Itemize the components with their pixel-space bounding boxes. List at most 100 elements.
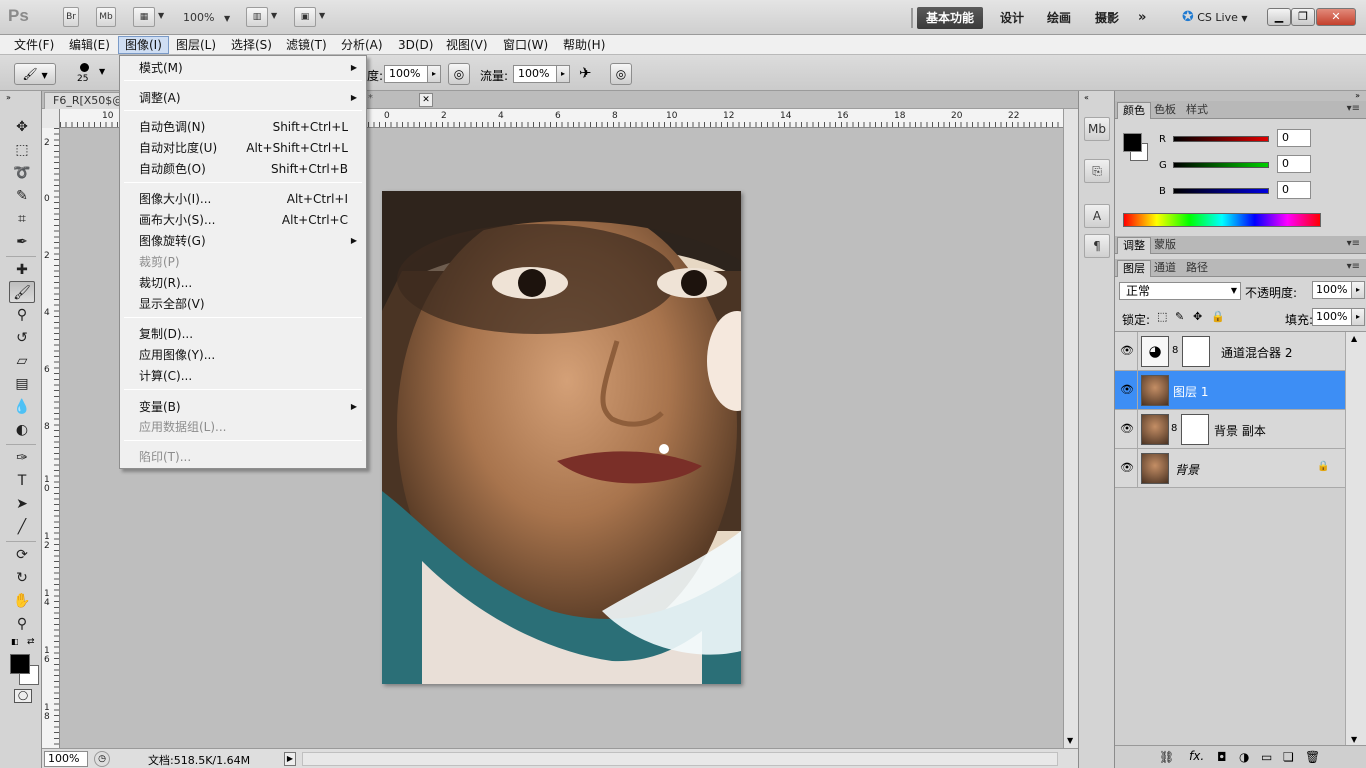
expand-panel-icon[interactable]: » [6,93,11,102]
menu-item-adjustments[interactable]: 调整(A) ▶ [122,88,364,108]
collapse-icon[interactable]: » [1355,91,1360,100]
panel-menu-icon[interactable]: ▾≡ [1347,103,1360,114]
restore-button[interactable]: ❐ [1291,8,1315,26]
history-brush-tool-icon[interactable]: ↺ [9,327,35,349]
arrange-documents-button[interactable]: ▥ [246,7,268,27]
brush-size-picker[interactable]: 25 ▼ [66,59,110,89]
color-spectrum-bar[interactable] [1123,213,1321,227]
crop-tool-icon[interactable]: ⌗ [9,208,35,230]
zoom-tool-icon[interactable]: ⚲ [9,613,35,635]
layer-style-icon[interactable]: fx. [1189,749,1204,763]
blend-mode-select[interactable]: 正常 ▼ [1119,282,1241,300]
3d-orbit-tool-icon[interactable]: ↻ [9,567,35,589]
new-group-icon[interactable]: ▭ [1261,750,1272,764]
eyedropper-tool-icon[interactable]: ✒ [9,231,35,253]
menu-item-image-rotation[interactable]: 图像旋转(G) ▶ [122,231,364,251]
tab-masks[interactable]: 蒙版 [1149,237,1181,254]
close-button[interactable]: ✕ [1316,8,1356,26]
eraser-tool-icon[interactable]: ▱ [9,350,35,372]
menu-item-auto-contrast[interactable]: 自动对比度(U) Alt+Shift+Ctrl+L [122,138,364,158]
history-panel-icon[interactable]: ⎘ [1084,159,1110,183]
tab-layers[interactable]: 图层 [1117,260,1151,277]
pressure-opacity-button[interactable]: ◎ [448,63,470,85]
marquee-tool-icon[interactable]: ⬚ [9,139,35,161]
lock-position-icon[interactable]: ✥ [1193,310,1202,323]
layer-opacity-field[interactable]: 100% [1312,281,1352,299]
document-tab[interactable]: F6_R[X50$@ [44,92,124,109]
blur-tool-icon[interactable]: 💧 [9,396,35,418]
swap-colors-icon[interactable]: ⇄ [27,637,35,647]
tool-preset-picker[interactable]: 🖌 ▼ [14,63,56,85]
fill-slider-button[interactable]: ▸ [1351,308,1365,326]
menu-edit[interactable]: 编辑(E) [63,36,116,54]
menu-item-canvas-size[interactable]: 画布大小(S)... Alt+Ctrl+C [122,210,364,230]
menu-item-trim[interactable]: 裁切(R)... [122,273,364,293]
menu-analysis[interactable]: 分析(A) [335,36,389,54]
menu-item-auto-tone[interactable]: 自动色调(N) Shift+Ctrl+L [122,117,364,137]
menu-3d[interactable]: 3D(D) [392,36,439,54]
ruler-origin[interactable] [42,109,60,128]
tab-adjustments[interactable]: 调整 [1117,237,1151,254]
move-tool-icon[interactable]: ✥ [9,116,35,138]
workspace-photography[interactable]: 摄影 [1087,7,1127,29]
menu-item-variables[interactable]: 变量(B) ▶ [122,397,364,417]
workspace-essentials[interactable]: 基本功能 [917,7,983,29]
layer-opacity-slider-button[interactable]: ▸ [1351,281,1365,299]
screen-mode-button[interactable]: ▣ [294,7,316,27]
lasso-tool-icon[interactable]: ➰ [9,162,35,184]
hand-tool-icon[interactable]: ✋ [9,590,35,612]
layer-row[interactable]: 👁 背景 🔒 [1115,449,1345,488]
menu-layer[interactable]: 图层(L) [170,36,222,54]
chevron-down-icon[interactable]: ▼ [271,11,277,20]
document-image[interactable] [382,191,741,684]
view-extras-button[interactable]: ▦ [133,7,155,27]
green-slider[interactable] [1173,162,1269,168]
gradient-tool-icon[interactable]: ▤ [9,373,35,395]
green-value-field[interactable]: 0 [1277,155,1311,173]
3d-rotate-tool-icon[interactable]: ⟳ [9,544,35,566]
tab-styles[interactable]: 样式 [1181,102,1213,119]
status-menu-icon[interactable]: ▶ [284,752,296,766]
menu-item-auto-color[interactable]: 自动颜色(O) Shift+Ctrl+B [122,159,364,179]
pen-tool-icon[interactable]: ✑ [9,447,35,469]
layer-row[interactable]: 👁 8 背景 副本 [1115,410,1345,449]
menu-file[interactable]: 文件(F) [8,36,60,54]
scroll-up-icon[interactable]: ▲ [1351,334,1357,343]
cs-live-button[interactable]: ✪ CS Live ▼ [1182,9,1248,25]
panel-menu-icon[interactable]: ▾≡ [1347,261,1360,272]
lock-all-icon[interactable]: 🔒 [1211,310,1225,323]
foreground-color-swatch[interactable] [10,654,30,674]
vertical-scrollbar[interactable]: ▼ [1063,109,1078,748]
type-tool-icon[interactable]: T [9,470,35,492]
eye-icon[interactable]: 👁 [1120,422,1134,436]
eye-icon[interactable]: 👁 [1120,344,1134,358]
menu-view[interactable]: 视图(V) [440,36,494,54]
menu-item-apply-image[interactable]: 应用图像(Y)... [122,345,364,365]
default-colors-icon[interactable]: ◧ [11,637,19,646]
flow-slider-button[interactable]: ▸ [556,65,570,83]
menu-help[interactable]: 帮助(H) [557,36,611,54]
menu-filter[interactable]: 滤镜(T) [280,36,333,54]
tab-channels[interactable]: 通道 [1149,260,1181,277]
layer-mask-thumbnail[interactable] [1181,414,1209,445]
flow-field[interactable]: 100% [513,65,557,83]
zoom-level-select[interactable]: 100% ▼ [183,11,230,24]
link-layers-icon[interactable]: ⛓ [1159,750,1174,764]
brush-tool-icon[interactable]: 🖌 [9,281,35,303]
pressure-size-button[interactable]: ◎ [610,63,632,85]
menu-item-mode[interactable]: 模式(M) ▶ [122,58,364,78]
path-selection-tool-icon[interactable]: ➤ [9,493,35,515]
workspace-painting[interactable]: 绘画 [1039,7,1079,29]
blue-slider[interactable] [1173,188,1269,194]
horizontal-scrollbar[interactable] [302,752,1058,766]
layer-row[interactable]: 👁 图层 1 [1115,371,1345,410]
minibridge-button[interactable]: Mb [96,7,116,27]
dodge-tool-icon[interactable]: ◐ [9,419,35,441]
tab-color[interactable]: 颜色 [1117,102,1151,119]
paragraph-panel-icon[interactable]: ¶ [1084,234,1110,258]
panel-menu-icon[interactable]: ▾≡ [1347,238,1360,249]
menu-image[interactable]: 图像(I) [118,36,169,54]
lock-pixels-icon[interactable]: ✎ [1175,310,1184,323]
eye-icon[interactable]: 👁 [1120,383,1134,397]
chevron-down-icon[interactable]: ▼ [319,11,325,20]
